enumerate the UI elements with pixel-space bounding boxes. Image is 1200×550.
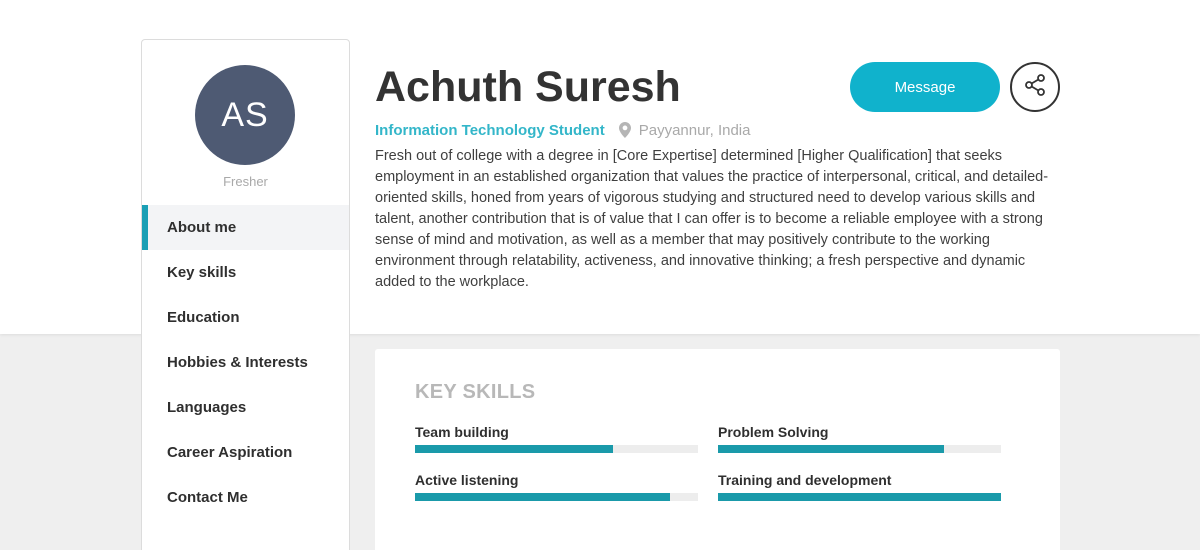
skill-bar: [718, 445, 1001, 453]
skill-name: Problem Solving: [718, 424, 829, 440]
profile-location: Payyannur, India: [638, 121, 751, 139]
profile-bio: Fresh out of college with a degree in [C…: [375, 148, 1049, 290]
skill-item: Problem Solving: [718, 424, 1001, 453]
profile-name: Achuth Suresh: [375, 63, 681, 111]
profile-role: Information Technology Student: [375, 121, 605, 139]
skill-name: Active listening: [415, 472, 519, 488]
profile-subline: Information Technology Student Payyannur…: [375, 120, 750, 140]
skill-name: Training and development: [718, 472, 892, 488]
sidebar-item-career-aspiration[interactable]: Career Aspiration: [142, 430, 349, 475]
sidebar-item-education[interactable]: Education: [142, 295, 349, 340]
sidebar-item-hobbies-interests[interactable]: Hobbies & Interests: [142, 340, 349, 385]
skill-item: Team building: [415, 424, 698, 453]
skill-bar-fill: [415, 493, 670, 501]
skill-bar-fill: [718, 445, 945, 453]
key-skills-card: KEY SKILLS Team building Problem Solving…: [375, 349, 1060, 550]
avatar: AS: [195, 65, 295, 165]
message-button[interactable]: Message: [850, 62, 1000, 112]
skill-bar-fill: [718, 493, 1001, 501]
sidebar-item-key-skills[interactable]: Key skills: [142, 250, 349, 295]
sidebar-item-languages[interactable]: Languages: [142, 385, 349, 430]
map-pin-icon: [618, 122, 631, 138]
skill-item: Training and development: [718, 472, 1001, 501]
sidebar-nav: About me Key skills Education Hobbies & …: [142, 205, 349, 520]
skill-bar: [415, 445, 698, 453]
share-button[interactable]: [1010, 62, 1060, 112]
status-label: Fresher: [223, 174, 268, 189]
key-skills-title: KEY SKILLS: [415, 381, 536, 403]
sidebar-item-contact-me[interactable]: Contact Me: [142, 475, 349, 520]
profile-sidebar: AS Fresher About me Key skills Education…: [141, 39, 350, 550]
skill-bar-fill: [415, 445, 614, 453]
skill-item: Active listening: [415, 472, 698, 501]
skill-name: Team building: [415, 424, 509, 440]
skill-bar: [718, 493, 1001, 501]
sidebar-item-about-me[interactable]: About me: [142, 205, 349, 250]
share-icon: [1023, 73, 1047, 102]
skill-bar: [415, 493, 698, 501]
